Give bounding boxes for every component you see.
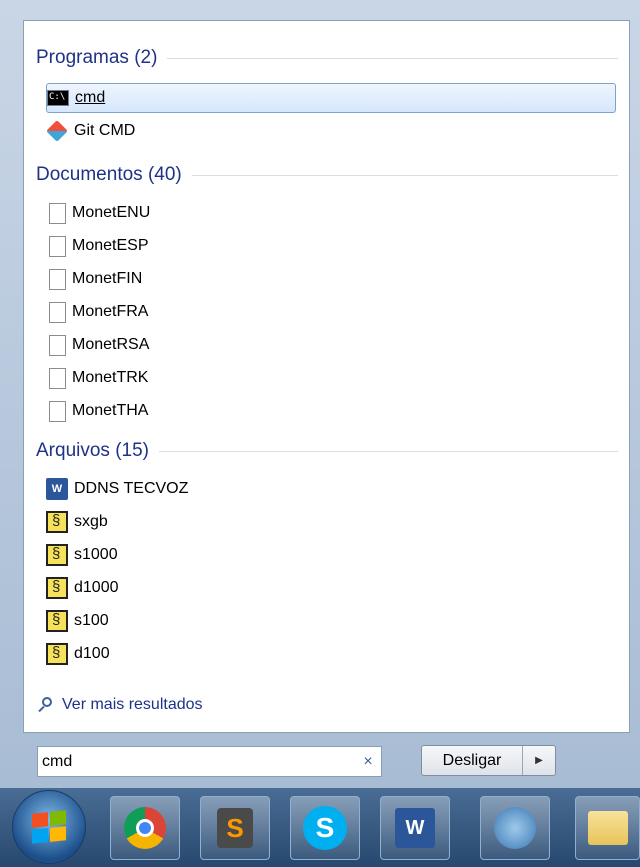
section-divider xyxy=(191,174,618,176)
result-item-file[interactable]: s100 xyxy=(46,606,616,636)
result-label: Git CMD xyxy=(74,122,136,139)
document-icon xyxy=(49,400,66,422)
result-item-document[interactable]: MonetESP xyxy=(46,231,616,261)
see-more-results-label: Ver mais resultados xyxy=(62,696,203,713)
result-item-document[interactable]: MonetFRA xyxy=(46,297,616,327)
result-label: MonetTRK xyxy=(72,369,149,386)
shutdown-button[interactable]: Desligar xyxy=(422,746,523,775)
sublime-text-icon: S xyxy=(217,808,253,848)
section-divider xyxy=(159,450,618,452)
section-header-programs: Programas (2) xyxy=(36,45,618,71)
see-more-results-link[interactable]: Ver mais resultados xyxy=(38,696,203,714)
network-icon xyxy=(494,807,536,849)
start-button[interactable] xyxy=(12,790,86,864)
result-label: s1000 xyxy=(74,546,118,563)
result-label: d1000 xyxy=(74,579,119,596)
result-label: MonetFIN xyxy=(72,270,143,287)
script-icon xyxy=(46,610,68,632)
result-item-document[interactable]: MonetTRK xyxy=(46,363,616,393)
windows-logo-icon xyxy=(32,810,66,844)
result-item-git-cmd[interactable]: Git CMD xyxy=(46,116,616,146)
word-icon: W xyxy=(395,808,435,848)
word-document-icon: W xyxy=(46,478,68,500)
search-icon xyxy=(38,697,54,713)
section-title: Arquivos (15) xyxy=(36,440,149,461)
result-label: DDNS TECVOZ xyxy=(74,480,189,497)
search-results-panel: Programas (2) cmd Git CMD Documentos (40… xyxy=(23,20,630,733)
taskbar-word[interactable]: W xyxy=(380,796,450,860)
result-label: MonetRSA xyxy=(72,336,150,353)
result-label: cmd xyxy=(75,89,106,106)
taskbar-network[interactable] xyxy=(480,796,550,860)
result-label: s100 xyxy=(74,612,109,629)
taskbar-chrome[interactable] xyxy=(110,796,180,860)
script-icon xyxy=(46,544,68,566)
result-label: sxgb xyxy=(74,513,108,530)
taskbar: S S W xyxy=(0,788,640,867)
result-item-document[interactable]: MonetRSA xyxy=(46,330,616,360)
document-icon xyxy=(49,334,66,356)
result-label: MonetFRA xyxy=(72,303,149,320)
script-icon xyxy=(46,511,68,533)
result-item-file[interactable]: W DDNS TECVOZ xyxy=(46,474,616,504)
result-label: MonetESP xyxy=(72,237,149,254)
result-item-file[interactable]: sxgb xyxy=(46,507,616,537)
skype-icon: S xyxy=(303,806,347,850)
script-icon xyxy=(46,577,68,599)
section-title: Programas (2) xyxy=(36,47,158,68)
document-icon xyxy=(49,301,66,323)
result-item-file[interactable]: d1000 xyxy=(46,573,616,603)
result-label: MonetTHA xyxy=(72,402,149,419)
result-label: MonetENU xyxy=(72,204,151,221)
script-icon xyxy=(46,643,68,665)
shutdown-options-arrow-icon[interactable]: ▶ xyxy=(523,746,555,775)
document-icon xyxy=(49,367,66,389)
result-item-document[interactable]: MonetFIN xyxy=(46,264,616,294)
start-menu: Programas (2) cmd Git CMD Documentos (40… xyxy=(0,0,640,788)
section-divider xyxy=(167,57,618,59)
result-item-file[interactable]: s1000 xyxy=(46,540,616,570)
search-box[interactable]: × xyxy=(37,746,382,777)
result-item-document[interactable]: MonetENU xyxy=(46,198,616,228)
git-icon xyxy=(46,120,68,142)
section-header-files: Arquivos (15) xyxy=(36,438,618,464)
folder-icon xyxy=(587,811,628,845)
section-title: Documentos (40) xyxy=(36,164,182,185)
taskbar-sublime-text[interactable]: S xyxy=(200,796,270,860)
chrome-icon xyxy=(124,807,166,849)
shutdown-control: Desligar ▶ xyxy=(421,745,556,776)
result-item-cmd[interactable]: cmd xyxy=(46,83,616,113)
result-item-document[interactable]: MonetTHA xyxy=(46,396,616,426)
clear-search-icon[interactable]: × xyxy=(355,753,381,771)
taskbar-skype[interactable]: S xyxy=(290,796,360,860)
search-input[interactable] xyxy=(38,746,355,777)
document-icon xyxy=(49,235,66,257)
section-header-documents: Documentos (40) xyxy=(36,162,618,188)
document-icon xyxy=(49,268,66,290)
document-icon xyxy=(49,202,66,224)
taskbar-explorer[interactable] xyxy=(575,796,640,860)
result-item-file[interactable]: d100 xyxy=(46,639,616,669)
result-label: d100 xyxy=(74,645,110,662)
cmd-icon xyxy=(47,90,69,106)
